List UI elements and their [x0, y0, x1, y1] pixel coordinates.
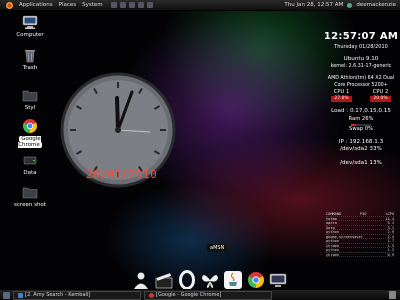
process-cpu: 5.1 [387, 221, 395, 225]
process-row: chrome 0.9 [326, 252, 395, 257]
folder-icon [22, 90, 38, 102]
places-menu[interactable]: Places [59, 2, 77, 8]
desktop-icon-label: Styl [24, 105, 36, 111]
cpu2-value: 20.0% [370, 96, 391, 103]
sysinfo-os: Ubuntu 9.10 [343, 56, 379, 63]
process-header-command: COMMAND [326, 212, 342, 216]
trash-applet-icon[interactable] [389, 291, 396, 299]
launcher-icon[interactable] [137, 2, 144, 8]
taskbar-item-search[interactable]: [2. Amy Search - Kembali] [13, 290, 141, 300]
desktop-icon-styl[interactable]: Styl [8, 87, 52, 111]
process-table: COMMAND PID %CPU totem 14.4 opera 5.1 Xorg… [326, 212, 394, 257]
process-header-pid: PID [360, 212, 367, 216]
username-label[interactable]: deemackenzie [356, 2, 396, 8]
top-panel: Applications Places System Thu Jan 28, 1… [0, 0, 400, 11]
desktop-icon-label: Data [23, 170, 37, 176]
hour-hand [115, 96, 120, 132]
process-cpu: 14.4 [385, 216, 394, 221]
launcher-icons [110, 2, 153, 8]
sysinfo-cpu-model: AMD Athlon(tm) 64 X2 Dual Core Processor… [327, 76, 395, 88]
folder-icon [22, 187, 38, 199]
desktop-icon-label: Computer [16, 32, 44, 38]
tray-right: Thu Jan 28, 12:57 AM deemackenzie [284, 2, 400, 8]
process-name: python [326, 248, 339, 252]
process-name: Xorg [326, 225, 335, 230]
sysinfo-panel: 12:57:07 AM Thursday 01/28/2010 Ubuntu 9… [322, 30, 400, 168]
monitor-icon[interactable] [268, 270, 288, 290]
bottom-panel: [2. Amy Search - Kembali] [Google - Goog… [0, 289, 400, 300]
main-menu: Applications Places System [0, 1, 103, 9]
chrome-icon [23, 119, 37, 133]
process-cpu: 1.2 [387, 248, 395, 252]
ram-bar-fill [351, 123, 357, 126]
taskbar-item-label: [2. Amy Search - Kembali] [25, 292, 91, 298]
desktop-icon-label: Trash [22, 65, 38, 71]
sysinfo-sda1: /dev/sda1 13% [340, 159, 382, 166]
drive-icon [23, 156, 37, 165]
user-icon[interactable] [347, 2, 353, 8]
butterfly-icon[interactable] [200, 270, 220, 290]
process-name: python [326, 230, 339, 234]
show-desktop-icon[interactable] [3, 291, 10, 299]
process-cpu: 1.5 [387, 243, 395, 248]
process-cpu: 1.7 [387, 239, 395, 243]
sysinfo-swap: Swap 0% [349, 125, 373, 132]
launcher-icon[interactable] [146, 2, 153, 8]
desktop-icon-google-chrome[interactable]: Google Chrome [8, 118, 52, 148]
panel-clock[interactable]: Thu Jan 28, 12:57 AM [284, 2, 343, 8]
process-cpu: 2.4 [387, 234, 395, 239]
applications-menu[interactable]: Applications [19, 2, 53, 8]
sysinfo-ram: Ram 26% [348, 115, 374, 122]
taskbar-item-chrome[interactable]: [Google - Google Chrome] [144, 290, 272, 300]
process-name: chrome [326, 243, 339, 248]
process-name: gnome-screensaver [326, 234, 363, 239]
desktop-icon-trash[interactable]: Trash [8, 47, 52, 71]
process-name: totem [326, 216, 337, 221]
process-name: opera [326, 221, 337, 225]
java-icon[interactable] [223, 270, 243, 290]
sysinfo-sda2: /dev/sda2 33% [340, 146, 382, 153]
desktop-icon-label: Google Chrome [18, 136, 42, 148]
process-name: python [326, 239, 339, 243]
search-icon [18, 292, 23, 298]
clapper-icon[interactable] [154, 270, 174, 290]
process-header-cpu: %CPU [385, 212, 394, 216]
desktop-icon-data[interactable]: Data [8, 152, 52, 176]
dock-tooltip: aMSN [207, 244, 228, 252]
process-cpu: 2.9 [387, 230, 395, 234]
ram-bar [351, 123, 371, 126]
chrome-icon [149, 292, 154, 298]
cpu1-value: 27.0% [331, 96, 352, 103]
sysinfo-time: 12:57:07 AM [323, 31, 399, 42]
chrome-icon[interactable] [246, 270, 266, 290]
ubuntu-logo-icon[interactable] [6, 1, 13, 9]
amsn-icon[interactable] [131, 270, 151, 290]
sysinfo-load: Load : 0.17,0.15,0.15 [331, 108, 391, 115]
clock-center [115, 127, 121, 133]
opera-icon[interactable] [177, 270, 197, 290]
launcher-icon[interactable] [128, 2, 135, 8]
process-cpu: 0.9 [387, 252, 395, 257]
computer-icon [22, 15, 38, 29]
system-menu[interactable]: System [82, 2, 103, 8]
sysinfo-ip: IP : 192.168.1.3 [338, 138, 384, 145]
sysinfo-date: Thursday 01/28/2010 [334, 43, 388, 50]
process-cpu: 3.1 [387, 225, 395, 230]
clock-date: 28/01/2010 [86, 168, 158, 181]
trash-icon [25, 50, 35, 63]
desktop-icon-label: screen shot [14, 202, 46, 208]
dock [130, 264, 290, 290]
process-name: chrome [326, 252, 339, 257]
sysinfo-kernel: kernel: 2.6.31-17-generic [330, 63, 392, 69]
launcher-icon[interactable] [110, 2, 117, 8]
desktop-icon-screen-shot[interactable]: screen shot [8, 184, 52, 208]
desktop-icon-computer[interactable]: Computer [8, 14, 52, 38]
taskbar-item-label: [Google - Google Chrome] [156, 292, 222, 298]
launcher-icon[interactable] [119, 2, 126, 8]
